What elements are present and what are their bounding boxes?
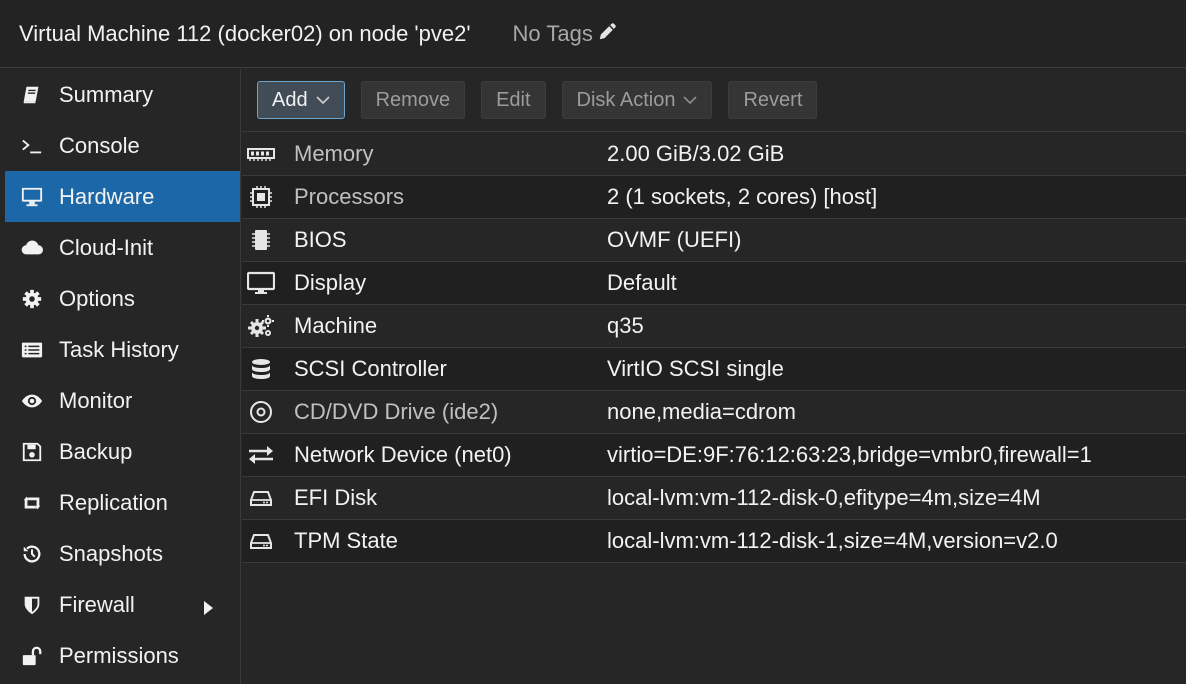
tags-label: No Tags xyxy=(512,20,593,46)
table-row[interactable]: Display Default xyxy=(242,262,1186,305)
table-row[interactable]: Memory 2.00 GiB/3.02 GiB xyxy=(242,133,1186,176)
chevron-down-icon xyxy=(683,96,698,105)
row-name: Processors xyxy=(294,184,405,209)
row-value: none,media=cdrom xyxy=(607,399,796,424)
sidebar-item-label: Cloud-Init xyxy=(59,234,154,260)
database-icon xyxy=(247,357,287,381)
sidebar-item-firewall[interactable]: Firewall xyxy=(0,579,240,630)
list-icon xyxy=(19,338,47,362)
table-row[interactable]: Processors 2 (1 sockets, 2 cores) [host] xyxy=(242,176,1186,219)
sidebar-item-label: Console xyxy=(59,132,140,158)
monitor-icon xyxy=(19,185,47,209)
exchange-icon xyxy=(247,443,287,467)
edit-button[interactable]: Edit xyxy=(481,81,546,119)
table-row[interactable]: Network Device (net0) virtio=DE:9F:76:12… xyxy=(242,434,1186,477)
remove-button-label: Remove xyxy=(375,88,451,111)
row-value: q35 xyxy=(607,313,644,338)
sidebar-item-label: Snapshots xyxy=(59,540,163,566)
sidebar-item-label: Hardware xyxy=(59,183,155,209)
title-bar: Virtual Machine 112 (docker02) on node '… xyxy=(0,0,1186,68)
sidebar-item-backup[interactable]: Backup xyxy=(0,426,240,477)
row-name: Memory xyxy=(294,141,374,166)
retweet-icon xyxy=(19,491,47,515)
sidebar: Summary Console Hardware Cloud-Init Opti… xyxy=(0,69,241,684)
cogs-icon xyxy=(247,314,287,338)
hardware-grid: Memory 2.00 GiB/3.02 GiB Processors 2 (1… xyxy=(242,133,1186,563)
row-name: Network Device (net0) xyxy=(294,442,512,467)
caret-right-icon[interactable] xyxy=(202,596,214,622)
cpu-icon xyxy=(247,185,287,209)
add-button[interactable]: Add xyxy=(257,81,345,119)
disk-action-button[interactable]: Disk Action xyxy=(561,81,713,119)
hdd-icon xyxy=(247,529,287,553)
terminal-icon xyxy=(19,134,47,158)
row-value: VirtIO SCSI single xyxy=(607,356,784,381)
hardware-panel: Add Remove Edit Disk Action Revert Memor… xyxy=(242,69,1186,684)
row-name: Machine xyxy=(294,313,378,338)
row-name: SCSI Controller xyxy=(294,356,447,381)
row-name: BIOS xyxy=(294,227,347,252)
table-row[interactable]: SCSI Controller VirtIO SCSI single xyxy=(242,348,1186,391)
sidebar-item-label: Task History xyxy=(59,336,179,362)
row-name: TPM State xyxy=(294,528,398,553)
sidebar-item-label: Summary xyxy=(59,81,154,107)
sidebar-item-snapshots[interactable]: Snapshots xyxy=(0,528,240,579)
sidebar-item-options[interactable]: Options xyxy=(0,273,240,324)
sidebar-item-replication[interactable]: Replication xyxy=(0,477,240,528)
sidebar-item-hardware[interactable]: Hardware xyxy=(5,171,240,222)
row-name: EFI Disk xyxy=(294,485,378,510)
table-row[interactable]: EFI Disk local-lvm:vm-112-disk-0,efitype… xyxy=(242,477,1186,520)
row-value: virtio=DE:9F:76:12:63:23,bridge=vmbr0,fi… xyxy=(607,442,1092,467)
shield-icon xyxy=(19,593,47,617)
sidebar-item-task-history[interactable]: Task History xyxy=(0,324,240,375)
revert-button[interactable]: Revert xyxy=(728,81,818,119)
sidebar-item-label: Permissions xyxy=(59,642,179,668)
sidebar-item-label: Firewall xyxy=(59,591,135,617)
table-row[interactable]: CD/DVD Drive (ide2) none,media=cdrom xyxy=(242,391,1186,434)
row-value: local-lvm:vm-112-disk-1,size=4M,version=… xyxy=(607,528,1058,553)
edit-button-label: Edit xyxy=(496,88,531,111)
sidebar-item-cloud-init[interactable]: Cloud-Init xyxy=(0,222,240,273)
revert-button-label: Revert xyxy=(743,88,803,111)
sidebar-item-monitor[interactable]: Monitor xyxy=(0,375,240,426)
table-row[interactable]: BIOS OVMF (UEFI) xyxy=(242,219,1186,262)
row-value: Default xyxy=(607,270,677,295)
add-button-label: Add xyxy=(272,88,308,111)
table-row[interactable]: TPM State local-lvm:vm-112-disk-1,size=4… xyxy=(242,520,1186,563)
hdd-icon xyxy=(247,486,287,510)
row-name: Display xyxy=(294,270,367,295)
toolbar: Add Remove Edit Disk Action Revert xyxy=(242,69,1186,132)
row-value: OVMF (UEFI) xyxy=(607,227,742,252)
sidebar-item-permissions[interactable]: Permissions xyxy=(0,630,240,681)
bios-chip-icon xyxy=(247,228,287,252)
unlock-icon xyxy=(19,644,47,668)
remove-button[interactable]: Remove xyxy=(360,81,466,119)
row-name: CD/DVD Drive (ide2) xyxy=(294,399,499,424)
page-title: Virtual Machine 112 (docker02) on node '… xyxy=(19,20,471,46)
memory-icon xyxy=(247,142,287,166)
row-value: 2.00 GiB/3.02 GiB xyxy=(607,141,785,166)
tags-editor[interactable]: No Tags xyxy=(513,20,619,48)
sidebar-item-label: Replication xyxy=(59,489,168,515)
cdrom-icon xyxy=(247,400,287,424)
pencil-icon[interactable] xyxy=(597,20,619,48)
cloud-icon xyxy=(19,236,47,260)
eye-icon xyxy=(19,389,47,413)
chevron-down-icon xyxy=(316,96,330,105)
table-row[interactable]: Machine q35 xyxy=(242,305,1186,348)
sidebar-item-console[interactable]: Console xyxy=(0,120,240,171)
sidebar-item-summary[interactable]: Summary xyxy=(0,69,240,120)
disk-action-button-label: Disk Action xyxy=(576,88,676,111)
sidebar-item-label: Options xyxy=(59,285,135,311)
book-icon xyxy=(19,83,47,107)
sidebar-item-label: Backup xyxy=(59,438,133,464)
gear-icon xyxy=(19,287,47,311)
row-value: 2 (1 sockets, 2 cores) [host] xyxy=(607,184,878,209)
row-value: local-lvm:vm-112-disk-0,efitype=4m,size=… xyxy=(607,485,1041,510)
sidebar-item-label: Monitor xyxy=(59,387,133,413)
floppy-icon xyxy=(19,440,47,464)
history-icon xyxy=(19,542,47,566)
display-icon xyxy=(247,271,287,295)
